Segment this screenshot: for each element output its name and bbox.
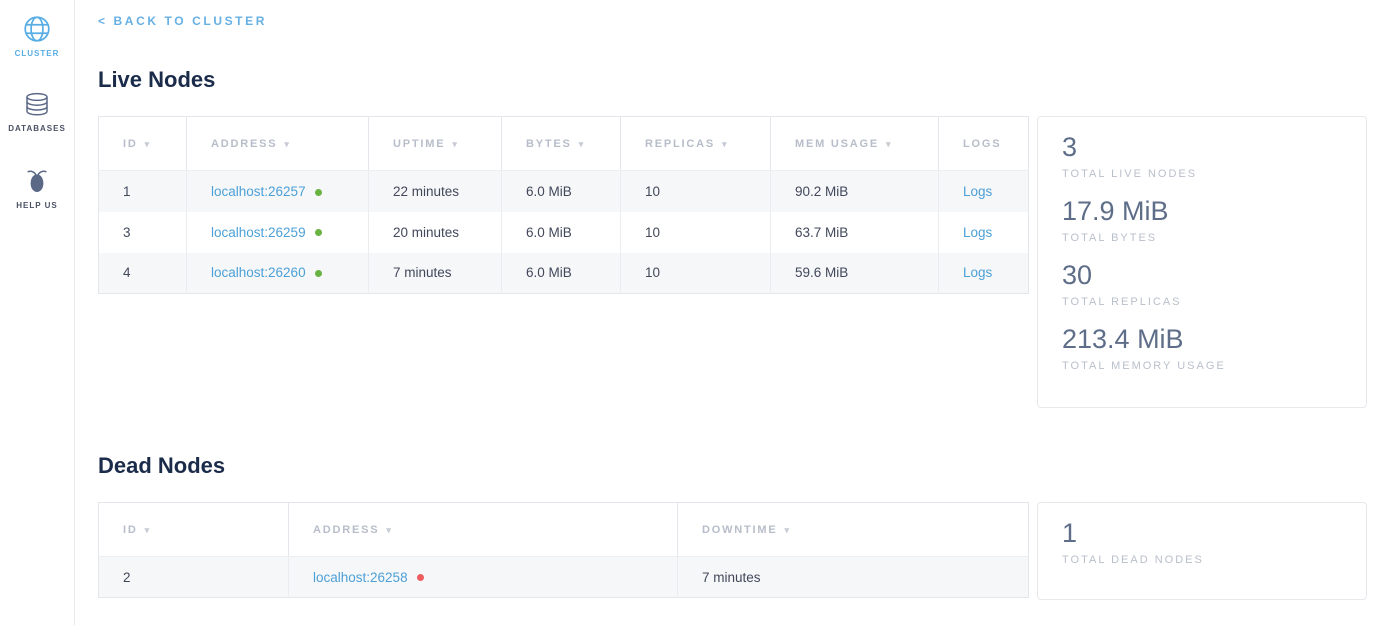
node-mem-usage: 59.6 MiB [771, 253, 939, 294]
sort-arrow-icon: ▾ [886, 139, 892, 149]
sidebar-item-help-us[interactable]: HELP US [16, 166, 58, 210]
sidebar: CLUSTER DATABASES HELP US [0, 0, 75, 625]
node-uptime: 20 minutes [369, 212, 502, 253]
logs-link[interactable]: Logs [963, 184, 992, 199]
live-nodes-title: Live Nodes [98, 67, 1383, 93]
stat-total-bytes: 17.9 MiB TOTAL BYTES [1062, 194, 1344, 246]
logs-link[interactable]: Logs [963, 225, 992, 240]
node-id: 4 [99, 253, 187, 294]
stat-label: TOTAL MEMORY USAGE [1062, 358, 1344, 374]
back-to-cluster-link[interactable]: < BACK TO CLUSTER [98, 14, 267, 28]
node-address-link[interactable]: localhost:26257 [211, 184, 306, 199]
stat-value: 213.4 MiB [1062, 322, 1344, 356]
stat-total-live-nodes: 3 TOTAL LIVE NODES [1062, 130, 1344, 182]
sort-arrow-icon: ▾ [145, 139, 151, 149]
stat-label: TOTAL DEAD NODES [1062, 552, 1344, 568]
node-logs-cell: Logs [939, 171, 1029, 212]
node-logs-cell: Logs [939, 212, 1029, 253]
node-address-cell: localhost:26259 [187, 212, 369, 253]
node-address-link[interactable]: localhost:26260 [211, 265, 306, 280]
sort-arrow-icon: ▾ [785, 525, 791, 535]
node-id: 2 [99, 557, 289, 598]
table-row: 2 localhost:26258 7 minutes [99, 557, 1029, 598]
bug-icon [23, 166, 51, 196]
stat-value: 17.9 MiB [1062, 194, 1344, 228]
column-header-downtime[interactable]: DOWNTIME▾ [678, 503, 1029, 557]
sidebar-item-label: HELP US [16, 201, 58, 210]
live-status-dot [315, 270, 322, 277]
node-uptime: 7 minutes [369, 253, 502, 294]
node-address-cell: localhost:26260 [187, 253, 369, 294]
node-address-cell: localhost:26258 [289, 557, 678, 598]
column-header-replicas[interactable]: REPLICAS▾ [621, 117, 771, 171]
main-content: < BACK TO CLUSTER Live Nodes ID▾ ADDRESS… [75, 0, 1383, 600]
node-replicas: 10 [621, 253, 771, 294]
sort-arrow-icon: ▾ [284, 139, 290, 149]
sidebar-item-label: CLUSTER [15, 49, 60, 58]
sort-arrow-icon: ▾ [145, 525, 151, 535]
column-header-uptime[interactable]: UPTIME▾ [369, 117, 502, 171]
node-replicas: 10 [621, 171, 771, 212]
node-id: 3 [99, 212, 187, 253]
live-nodes-table: ID▾ ADDRESS▾ UPTIME▾ BYTES▾ REPLICAS▾ ME… [98, 116, 1029, 294]
node-id: 1 [99, 171, 187, 212]
node-logs-cell: Logs [939, 253, 1029, 294]
node-replicas: 10 [621, 212, 771, 253]
live-nodes-summary-card: 3 TOTAL LIVE NODES 17.9 MiB TOTAL BYTES … [1037, 116, 1367, 408]
stat-value: 1 [1062, 516, 1344, 550]
node-uptime: 22 minutes [369, 171, 502, 212]
stat-total-dead-nodes: 1 TOTAL DEAD NODES [1062, 516, 1344, 568]
node-mem-usage: 90.2 MiB [771, 171, 939, 212]
live-status-dot [315, 229, 322, 236]
node-bytes: 6.0 MiB [502, 212, 621, 253]
live-status-dot [315, 189, 322, 196]
globe-icon [22, 14, 52, 44]
column-header-mem-usage[interactable]: MEM USAGE▾ [771, 117, 939, 171]
dead-nodes-header-row: ID▾ ADDRESS▾ DOWNTIME▾ [99, 503, 1029, 557]
node-bytes: 6.0 MiB [502, 171, 621, 212]
sort-arrow-icon: ▾ [722, 139, 728, 149]
column-header-address[interactable]: ADDRESS▾ [187, 117, 369, 171]
stat-value: 3 [1062, 130, 1344, 164]
sort-arrow-icon: ▾ [579, 139, 585, 149]
node-mem-usage: 63.7 MiB [771, 212, 939, 253]
dead-nodes-summary-card: 1 TOTAL DEAD NODES [1037, 502, 1367, 600]
node-address-link[interactable]: localhost:26259 [211, 225, 306, 240]
sidebar-item-databases[interactable]: DATABASES [8, 91, 66, 133]
node-downtime: 7 minutes [678, 557, 1029, 598]
logs-link[interactable]: Logs [963, 265, 992, 280]
stat-label: TOTAL REPLICAS [1062, 294, 1344, 310]
dead-nodes-table: ID▾ ADDRESS▾ DOWNTIME▾ 2 localhost:26258… [98, 502, 1029, 598]
node-address-link[interactable]: localhost:26258 [313, 570, 408, 585]
dead-nodes-title: Dead Nodes [98, 453, 1383, 479]
stat-label: TOTAL LIVE NODES [1062, 166, 1344, 182]
sort-arrow-icon: ▾ [386, 525, 392, 535]
dead-nodes-section: ID▾ ADDRESS▾ DOWNTIME▾ 2 localhost:26258… [98, 502, 1383, 600]
stat-label: TOTAL BYTES [1062, 230, 1344, 246]
database-icon [23, 91, 51, 119]
stat-total-replicas: 30 TOTAL REPLICAS [1062, 258, 1344, 310]
table-row: 3 localhost:26259 20 minutes 6.0 MiB 10 … [99, 212, 1029, 253]
table-row: 1 localhost:26257 22 minutes 6.0 MiB 10 … [99, 171, 1029, 212]
stat-value: 30 [1062, 258, 1344, 292]
column-header-id[interactable]: ID▾ [99, 503, 289, 557]
table-row: 4 localhost:26260 7 minutes 6.0 MiB 10 5… [99, 253, 1029, 294]
live-nodes-header-row: ID▾ ADDRESS▾ UPTIME▾ BYTES▾ REPLICAS▾ ME… [99, 117, 1029, 171]
sort-arrow-icon: ▾ [452, 139, 458, 149]
live-nodes-section: ID▾ ADDRESS▾ UPTIME▾ BYTES▾ REPLICAS▾ ME… [98, 116, 1383, 408]
column-header-id[interactable]: ID▾ [99, 117, 187, 171]
sidebar-item-cluster[interactable]: CLUSTER [15, 14, 60, 58]
sidebar-item-label: DATABASES [8, 124, 66, 133]
column-header-address[interactable]: ADDRESS▾ [289, 503, 678, 557]
node-bytes: 6.0 MiB [502, 253, 621, 294]
dead-status-dot [417, 574, 424, 581]
node-address-cell: localhost:26257 [187, 171, 369, 212]
column-header-bytes[interactable]: BYTES▾ [502, 117, 621, 171]
column-header-logs: LOGS [939, 117, 1029, 171]
stat-total-memory-usage: 213.4 MiB TOTAL MEMORY USAGE [1062, 322, 1344, 374]
